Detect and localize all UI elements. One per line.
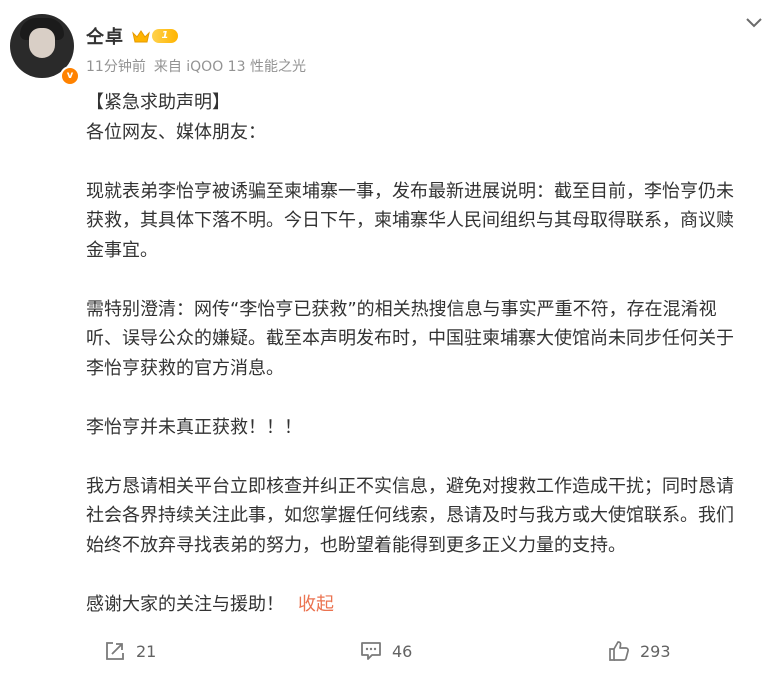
post-time[interactable]: 11分钟前: [86, 56, 146, 76]
post-line: 我方恳请相关平台立即核查并纠正不实信息，避免对搜救工作造成干扰；同时恳请: [86, 475, 734, 497]
avatar[interactable]: v: [10, 14, 80, 86]
post-content: 【紧急求助声明】 各位网友、媒体朋友： 现就表弟李怡亨被诱骗至柬埔寨一事，发布最…: [86, 88, 766, 619]
post-line: 感谢大家的关注与援助！: [86, 593, 284, 615]
post-line: 现就表弟李怡亨被诱骗至柬埔寨一事，发布最新进展说明：截至目前，李怡亨仍未: [86, 180, 734, 202]
avatar-face: [29, 28, 55, 58]
post-line: 李怡亨并未真正获救！！！: [86, 416, 302, 438]
post-source: 来自 iQOO 13 性能之光: [153, 59, 306, 75]
post-meta: 11分钟前 来自 iQOO 13 性能之光: [86, 56, 306, 76]
post-line: 获救，其具体下落不明。今日下午，柬埔寨华人民间组织与其母取得联系，商议赎: [86, 210, 734, 231]
user-header: 仝卓 1: [86, 24, 178, 48]
chevron-down-icon[interactable]: [745, 14, 763, 28]
repost-button[interactable]: 21: [104, 636, 156, 666]
comment-icon: [360, 640, 382, 662]
post-last-line: 感谢大家的关注与援助！ 收起: [86, 590, 766, 620]
post-line: 【紧急求助声明】: [86, 92, 230, 113]
post-line: 始终不放弃寻找表弟的努力，也盼望着能得到更多正义力量的支持。: [86, 534, 626, 556]
thumbs-up-icon: [608, 640, 630, 662]
collapse-link[interactable]: 收起: [298, 594, 334, 615]
repost-icon: [104, 640, 126, 662]
post-line: 听、误导公众的嫌疑。截至本声明发布时，中国驻柬埔寨大使馆尚未同步任何关于: [86, 328, 734, 349]
repost-count: 21: [136, 641, 157, 661]
member-level-badge[interactable]: 1: [132, 28, 178, 44]
post-line: 需特别澄清：网传“李怡亨已获救”的相关热搜信息与事实严重不符，存在混淆视: [86, 298, 717, 320]
level-number: 1: [152, 29, 178, 43]
like-button[interactable]: 293: [608, 636, 671, 666]
verified-badge-icon: v: [60, 66, 80, 86]
post-line: 金事宜。: [86, 239, 158, 261]
comment-button[interactable]: 46: [360, 636, 412, 666]
action-bar: 21 46 293: [0, 636, 781, 666]
post-line: 社会各界持续关注此事，如您掌握任何线索，恳请及时与我方或大使馆联系。我们: [86, 505, 734, 526]
like-count: 293: [640, 641, 671, 661]
post-line: 李怡亨获救的官方消息。: [86, 357, 284, 379]
comment-count: 46: [392, 641, 413, 661]
crown-icon: [132, 29, 150, 43]
post-line: 各位网友、媒体朋友：: [86, 121, 266, 143]
user-name[interactable]: 仝卓: [86, 23, 124, 49]
